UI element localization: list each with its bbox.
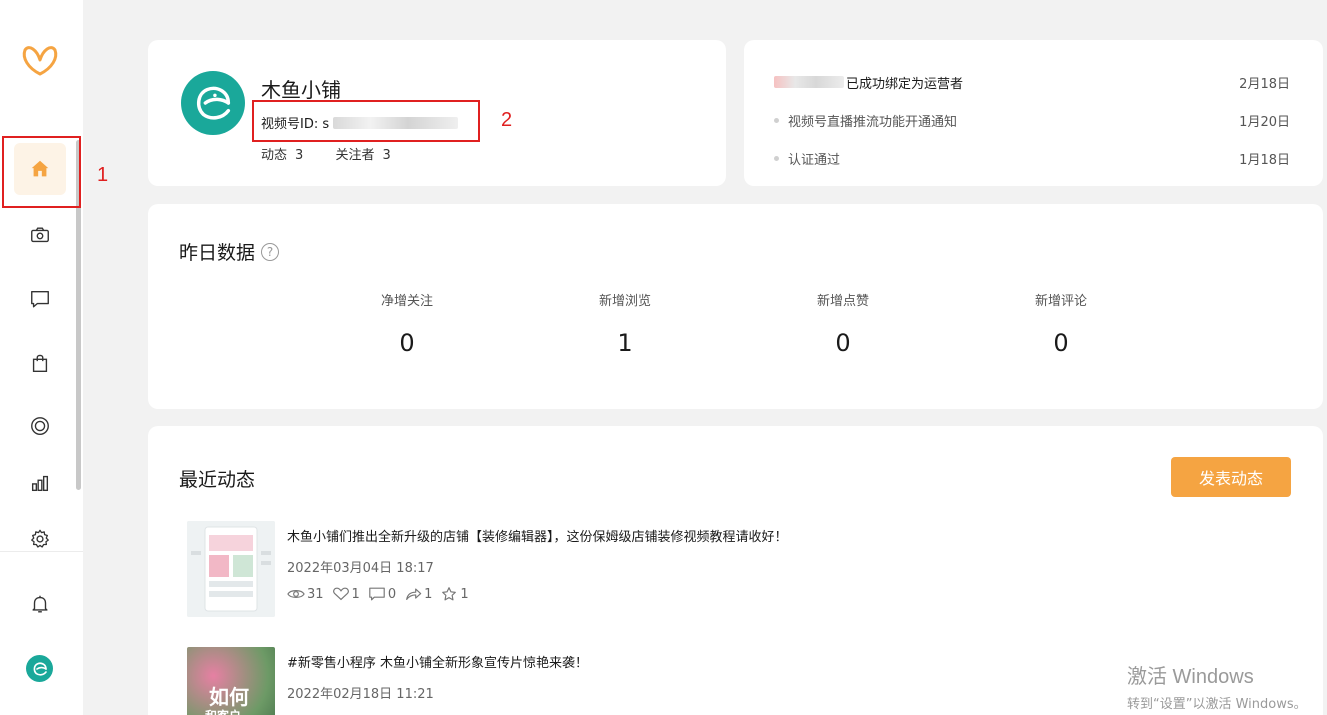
thumbnail-caption: 和客户 bbox=[205, 707, 241, 715]
notice-text: 已成功绑定为运营者 bbox=[846, 76, 964, 92]
notice-date: 1月18日 bbox=[1239, 152, 1290, 168]
bell-icon bbox=[32, 595, 48, 613]
post-time: 2022年02月18日 11:21 bbox=[287, 687, 434, 702]
camera-icon bbox=[31, 227, 49, 243]
watermark-title: 激活 Windows bbox=[1127, 666, 1254, 688]
live-circle-icon bbox=[31, 417, 49, 435]
post-metrics: 31 1 0 1 1 bbox=[287, 586, 477, 602]
stat-value: 0 bbox=[1053, 329, 1069, 357]
post-item[interactable]: 如何 和客户 #新零售小程序 木鱼小铺全新形象宣传片惊艳来袭！ 2022年02月… bbox=[187, 647, 1187, 715]
likes-metric: 1 bbox=[332, 586, 360, 602]
heart-icon bbox=[332, 587, 349, 601]
message-icon bbox=[31, 290, 49, 308]
stat-value: 1 bbox=[617, 329, 633, 357]
yesterday-stats-card: 昨日数据 ? 净增关注 0 新增浏览 1 新增点赞 0 新增评论 0 bbox=[148, 204, 1323, 409]
nav-messages[interactable] bbox=[14, 273, 66, 325]
stat-label: 新增浏览 bbox=[598, 294, 651, 309]
notice-date: 1月20日 bbox=[1239, 114, 1290, 130]
annotation-box-1 bbox=[2, 136, 81, 208]
stat-net-follows: 净增关注 0 bbox=[327, 290, 487, 357]
stat-label: 新增评论 bbox=[1034, 294, 1087, 309]
stat-value: 0 bbox=[835, 329, 851, 357]
notice-text: 视频号直播推流功能开通通知 bbox=[788, 114, 958, 130]
sidebar bbox=[0, 0, 83, 715]
post-title[interactable]: #新零售小程序 木鱼小铺全新形象宣传片惊艳来袭！ bbox=[287, 652, 588, 671]
comments-metric: 0 bbox=[368, 586, 396, 602]
notice-item[interactable]: 已成功绑定为运营者 2月18日 bbox=[774, 72, 1290, 92]
stat-label: 净增关注 bbox=[380, 294, 433, 309]
help-icon[interactable]: ? bbox=[261, 242, 280, 261]
app-logo bbox=[22, 46, 58, 76]
profile-stats: 动态 3 关注者 3 bbox=[261, 144, 419, 163]
notice-item[interactable]: 认证通过 1月18日 bbox=[774, 148, 1290, 168]
profile-avatar[interactable] bbox=[181, 71, 245, 135]
windows-activation-watermark: 激活 Windows 转到“设置”以激活 Windows。 bbox=[1127, 660, 1307, 712]
stats-title: 昨日数据 ? bbox=[179, 238, 280, 265]
followers-stat[interactable]: 关注者 3 bbox=[335, 148, 404, 163]
shop-preview-image bbox=[187, 521, 275, 617]
posts-count: 3 bbox=[295, 148, 304, 163]
redacted-name bbox=[774, 76, 844, 88]
gear-icon bbox=[31, 529, 49, 548]
publish-post-button[interactable]: 发表动态 bbox=[1171, 457, 1291, 497]
feed-title: 最近动态 bbox=[179, 469, 256, 491]
followers-count: 3 bbox=[382, 148, 391, 163]
annotation-box-2 bbox=[252, 100, 480, 142]
post-item[interactable]: 木鱼小铺们推出全新升级的店铺【装修编辑器】，这份保姆级店铺装修视频教程请收好！ … bbox=[187, 521, 1187, 621]
bullet-dot-icon bbox=[774, 155, 779, 161]
fish-logo-icon bbox=[197, 86, 231, 120]
nav-content[interactable] bbox=[14, 209, 66, 261]
shares-metric: 1 bbox=[404, 586, 432, 602]
notice-date: 2月18日 bbox=[1239, 76, 1290, 92]
nav-settings[interactable] bbox=[14, 513, 66, 565]
views-count: 31 bbox=[307, 586, 324, 602]
posts-stat[interactable]: 动态 3 bbox=[261, 148, 317, 163]
notice-text: 认证通过 bbox=[788, 152, 841, 168]
nav-shop[interactable] bbox=[14, 337, 66, 389]
likes-count: 1 bbox=[351, 586, 360, 602]
comment-icon bbox=[369, 587, 385, 601]
star-icon bbox=[442, 587, 457, 601]
shares-count: 1 bbox=[424, 586, 433, 602]
post-thumbnail[interactable] bbox=[187, 521, 275, 617]
nav-live[interactable] bbox=[14, 400, 66, 452]
stat-new-views: 新增浏览 1 bbox=[545, 290, 705, 357]
profile-name: 木鱼小铺 bbox=[261, 78, 341, 102]
stats-title-text: 昨日数据 bbox=[179, 242, 256, 264]
eye-icon bbox=[287, 590, 305, 598]
thumbnail-caption: 如何 bbox=[209, 685, 249, 709]
favorites-count: 1 bbox=[460, 586, 469, 602]
posts-label: 动态 bbox=[261, 148, 288, 163]
post-time: 2022年03月04日 18:17 bbox=[287, 561, 434, 576]
annotation-number-1: 1 bbox=[97, 164, 109, 186]
sidebar-divider bbox=[0, 551, 83, 552]
post-title[interactable]: 木鱼小铺们推出全新升级的店铺【装修编辑器】，这份保姆级店铺装修视频教程请收好！ bbox=[287, 526, 788, 545]
nav-notifications[interactable] bbox=[14, 578, 66, 630]
bullet-dot-icon bbox=[774, 117, 779, 123]
account-avatar[interactable] bbox=[26, 655, 53, 682]
stat-label: 新增点赞 bbox=[816, 294, 869, 309]
followers-label: 关注者 bbox=[335, 148, 375, 163]
bar-chart-icon bbox=[31, 475, 49, 492]
nav-data[interactable] bbox=[14, 457, 66, 509]
favorites-metric: 1 bbox=[440, 586, 469, 602]
post-thumbnail[interactable]: 如何 和客户 bbox=[187, 647, 275, 715]
stat-new-comments: 新增评论 0 bbox=[981, 290, 1141, 357]
stat-new-likes: 新增点赞 0 bbox=[763, 290, 923, 357]
comments-count: 0 bbox=[387, 586, 397, 602]
stat-value: 0 bbox=[399, 329, 415, 357]
watermark-subtitle: 转到“设置”以激活 Windows。 bbox=[1127, 697, 1307, 712]
views-metric: 31 bbox=[287, 586, 324, 602]
share-icon bbox=[406, 588, 422, 600]
annotation-number-2: 2 bbox=[501, 109, 513, 131]
notice-item[interactable]: 视频号直播推流功能开通通知 1月20日 bbox=[774, 110, 1290, 130]
notice-card: 已成功绑定为运营者 2月18日 视频号直播推流功能开通通知 1月20日 认证通过… bbox=[744, 40, 1323, 186]
shopping-bag-icon bbox=[32, 354, 48, 372]
fish-logo-icon bbox=[33, 661, 47, 676]
